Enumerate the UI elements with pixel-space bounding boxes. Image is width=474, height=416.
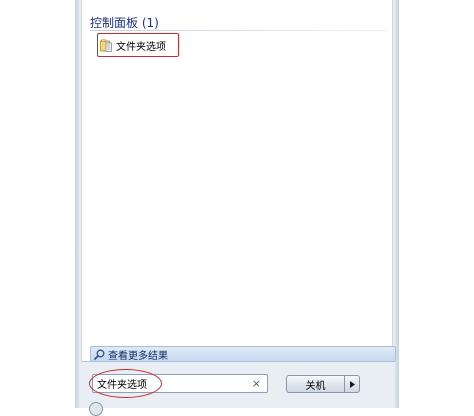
group-divider <box>90 30 388 31</box>
see-more-results-label: 查看更多结果 <box>108 350 168 362</box>
shutdown-button[interactable]: 关机 <box>286 375 344 393</box>
result-item-label: 文件夹选项 <box>116 41 166 53</box>
shutdown-group: 关机 <box>286 375 360 393</box>
chevron-right-icon <box>349 380 355 388</box>
start-orb-edge[interactable] <box>89 402 103 416</box>
see-more-results-button[interactable]: 查看更多结果 <box>90 346 396 362</box>
folder-options-icon <box>100 39 112 52</box>
search-results-panel: 控制面板 (1) 文件夹选项 查看更多结果 <box>81 0 396 362</box>
shutdown-options-button[interactable] <box>344 375 360 393</box>
start-menu: 控制面板 (1) 文件夹选项 查看更多结果 × 关机 <box>75 0 399 416</box>
search-input[interactable] <box>97 378 247 389</box>
result-item-folder-options[interactable]: 文件夹选项 <box>100 36 176 54</box>
search-icon <box>94 349 105 360</box>
control-panel-group-header: 控制面板 (1) <box>90 16 159 30</box>
clear-search-icon[interactable]: × <box>252 377 261 391</box>
search-box[interactable]: × <box>92 374 268 393</box>
